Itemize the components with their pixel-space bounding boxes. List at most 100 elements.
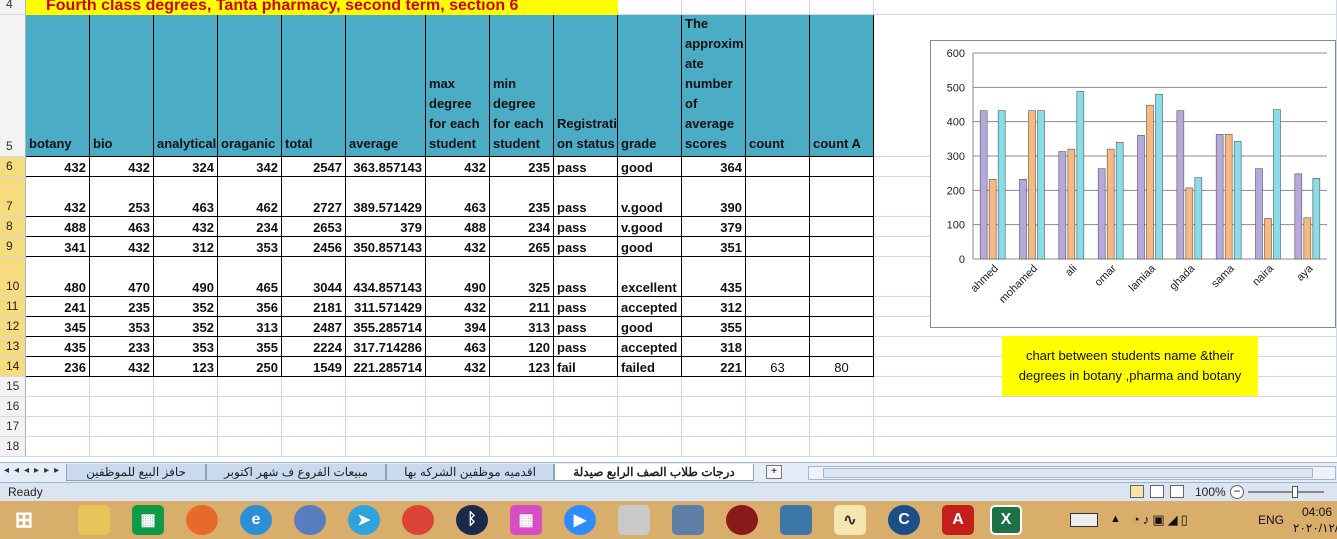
data-cell[interactable]: 490 xyxy=(426,257,490,297)
data-cell[interactable]: v.good xyxy=(618,217,682,237)
empty-cell[interactable] xyxy=(490,437,554,457)
row-header[interactable]: 17 xyxy=(0,417,26,437)
normal-view-icon[interactable] xyxy=(1130,485,1144,498)
empty-cell[interactable] xyxy=(154,417,218,437)
row-header[interactable]: 5 xyxy=(0,15,26,157)
count-cell[interactable] xyxy=(746,237,810,257)
empty-cell[interactable] xyxy=(810,377,874,397)
data-cell[interactable]: 234 xyxy=(218,217,282,237)
data-cell[interactable]: 233 xyxy=(90,337,154,357)
count-a-cell[interactable] xyxy=(810,177,874,217)
column-header[interactable]: grade xyxy=(618,15,682,157)
language-indicator[interactable]: ENG xyxy=(1258,513,1284,527)
data-cell[interactable]: 324 xyxy=(154,157,218,177)
data-cell[interactable]: pass xyxy=(554,217,618,237)
tray-icons[interactable]: ◔♪▣◢▯ xyxy=(1132,512,1191,528)
empty-cell[interactable] xyxy=(810,417,874,437)
row-header[interactable]: 8 xyxy=(0,217,26,237)
calculator-icon[interactable] xyxy=(618,505,650,535)
count-a-cell[interactable] xyxy=(810,337,874,357)
empty-cell[interactable] xyxy=(874,397,1337,417)
count-cell[interactable]: 63 xyxy=(746,357,810,377)
data-cell[interactable]: 313 xyxy=(218,317,282,337)
row-header[interactable]: 6 xyxy=(0,157,26,177)
row-header[interactable]: 15 xyxy=(0,377,26,397)
data-cell[interactable]: 123 xyxy=(490,357,554,377)
data-cell[interactable]: 2653 xyxy=(282,217,346,237)
empty-cell[interactable] xyxy=(154,397,218,417)
data-cell[interactable]: 211 xyxy=(490,297,554,317)
data-cell[interactable]: 1549 xyxy=(282,357,346,377)
data-cell[interactable]: 463 xyxy=(90,217,154,237)
empty-cell[interactable] xyxy=(554,397,618,417)
data-cell[interactable]: good xyxy=(618,237,682,257)
empty-cell[interactable] xyxy=(26,417,90,437)
empty-cell[interactable] xyxy=(746,377,810,397)
page-layout-icon[interactable] xyxy=(1150,485,1164,498)
empty-cell[interactable] xyxy=(490,417,554,437)
tab-scroll-buttons[interactable]: ◂◂◂▸▸▸ xyxy=(4,465,64,476)
data-cell[interactable]: 379 xyxy=(682,217,746,237)
column-header[interactable]: bio xyxy=(90,15,154,157)
data-cell[interactable]: 345 xyxy=(26,317,90,337)
data-cell[interactable]: 221.285714 xyxy=(346,357,426,377)
data-cell[interactable]: 313 xyxy=(490,317,554,337)
data-cell[interactable]: 318 xyxy=(682,337,746,357)
empty-cell[interactable] xyxy=(490,377,554,397)
empty-cell[interactable] xyxy=(682,417,746,437)
data-cell[interactable]: 432 xyxy=(90,237,154,257)
data-cell[interactable]: 432 xyxy=(426,357,490,377)
data-cell[interactable]: good xyxy=(618,157,682,177)
data-cell[interactable]: 432 xyxy=(426,297,490,317)
data-cell[interactable]: 341 xyxy=(26,237,90,257)
empty-cell[interactable] xyxy=(26,377,90,397)
row-header[interactable]: 11 xyxy=(0,297,26,317)
empty-cell[interactable] xyxy=(218,377,282,397)
column-header[interactable]: average xyxy=(346,15,426,157)
data-cell[interactable]: pass xyxy=(554,257,618,297)
column-header[interactable]: oraganic xyxy=(218,15,282,157)
row-header[interactable]: 12 xyxy=(0,317,26,337)
empty-cell[interactable] xyxy=(810,437,874,457)
count-a-cell[interactable] xyxy=(810,217,874,237)
empty-cell[interactable] xyxy=(874,417,1337,437)
empty-cell[interactable] xyxy=(490,397,554,417)
empty-cell[interactable] xyxy=(746,397,810,417)
chart-area[interactable]: 0 100 200 300 400 500 600 ahmed mohamed ali omar la… xyxy=(930,40,1336,328)
data-cell[interactable]: 2487 xyxy=(282,317,346,337)
data-cell[interactable]: 356 xyxy=(218,297,282,317)
row-header[interactable]: 10 xyxy=(0,257,26,297)
empty-cell[interactable] xyxy=(618,417,682,437)
clock-time[interactable]: 04:06 xyxy=(1302,505,1332,519)
empty-cell[interactable] xyxy=(682,397,746,417)
data-cell[interactable]: 221 xyxy=(682,357,746,377)
count-cell[interactable] xyxy=(746,337,810,357)
horizontal-scrollbar[interactable] xyxy=(808,466,1336,480)
column-header[interactable]: count xyxy=(746,15,810,157)
data-cell[interactable]: 234 xyxy=(490,217,554,237)
data-cell[interactable]: 394 xyxy=(426,317,490,337)
data-cell[interactable]: 390 xyxy=(682,177,746,217)
empty-cell[interactable] xyxy=(218,397,282,417)
empty-cell[interactable] xyxy=(282,437,346,457)
data-cell[interactable]: pass xyxy=(554,337,618,357)
data-cell[interactable]: fail xyxy=(554,357,618,377)
data-cell[interactable]: 311.571429 xyxy=(346,297,426,317)
data-cell[interactable]: 317.714286 xyxy=(346,337,426,357)
empty-cell[interactable] xyxy=(90,437,154,457)
clock-date[interactable]: ٢٠٢٠/١٢/ xyxy=(1293,521,1337,535)
scrollbar-thumb[interactable] xyxy=(823,468,1313,478)
data-cell[interactable]: 3044 xyxy=(282,257,346,297)
data-cell[interactable]: 355 xyxy=(218,337,282,357)
column-header[interactable]: Registrati on status xyxy=(554,15,618,157)
store-icon[interactable]: ▦ xyxy=(132,505,164,535)
empty-cell[interactable] xyxy=(426,437,490,457)
data-cell[interactable]: accepted xyxy=(618,297,682,317)
data-cell[interactable]: 364 xyxy=(682,157,746,177)
empty-cell[interactable] xyxy=(90,417,154,437)
empty-cell[interactable] xyxy=(282,417,346,437)
empty-cell[interactable] xyxy=(810,397,874,417)
empty-cell[interactable] xyxy=(874,437,1337,457)
data-cell[interactable]: 355.285714 xyxy=(346,317,426,337)
data-cell[interactable]: 236 xyxy=(26,357,90,377)
